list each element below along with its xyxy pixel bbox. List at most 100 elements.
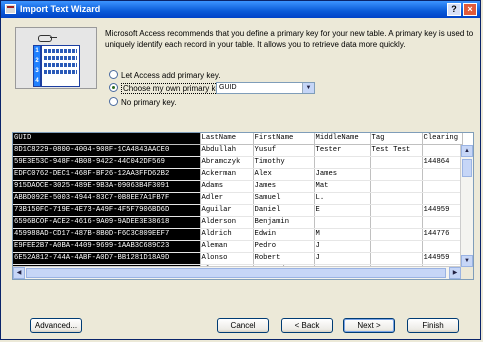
chevron-down-icon[interactable]: ▼ [302, 83, 314, 93]
table-cell[interactable]: J [314, 240, 371, 253]
table-cell[interactable]: 915DAOCE-3025-489E-9B3A-09063B4F3091 [13, 180, 201, 193]
table-cell[interactable] [370, 192, 423, 205]
table-cell[interactable]: Samuel [253, 192, 315, 205]
table-cell[interactable]: Alex [253, 168, 315, 181]
table-cell[interactable]: E9FEE2B7-A0BA-4409-9699-1AAB3C689C23 [13, 240, 201, 253]
option-let-access-add-key[interactable]: Let Access add primary key. [109, 69, 220, 82]
scroll-down-icon[interactable]: ▼ [461, 255, 473, 267]
table-cell[interactable]: 144864 [422, 156, 463, 169]
table-cell[interactable]: J [314, 252, 371, 265]
column-header-clearing[interactable]: Clearing [422, 133, 463, 145]
table-cell[interactable] [370, 156, 423, 169]
table-cell[interactable]: Robert [253, 252, 315, 265]
advanced-button[interactable]: Advanced... [30, 318, 82, 333]
close-button[interactable]: × [463, 3, 477, 16]
table-cell[interactable] [314, 156, 371, 169]
table-cell[interactable] [422, 216, 463, 229]
title-bar[interactable]: Import Text Wizard ? × [1, 1, 480, 18]
table-cell[interactable] [422, 144, 463, 157]
table-cell[interactable] [370, 252, 423, 265]
scroll-right-icon[interactable]: ▶ [449, 267, 461, 279]
table-cell[interactable]: James [253, 180, 315, 193]
table-cell[interactable]: L. [314, 192, 371, 205]
help-button[interactable]: ? [447, 3, 461, 16]
table-cell[interactable] [422, 168, 463, 181]
table-cell[interactable] [422, 240, 463, 253]
finish-button[interactable]: Finish [407, 318, 459, 333]
table-cell[interactable]: Daniel [253, 204, 315, 217]
table-cell[interactable]: 144959 [422, 252, 463, 265]
table-cell[interactable]: 73B150FC-719E-4E73-A49F-4F5F7906BD6D [13, 204, 201, 217]
table-cell[interactable]: Alonso [200, 252, 254, 265]
column-header-guid[interactable]: GUID [13, 133, 201, 145]
option-no-primary-key[interactable]: No primary key. [109, 96, 176, 109]
radio-button[interactable] [109, 97, 118, 107]
table-cell[interactable]: EDFC0762-DEC1-468F-BF26-12AA3FFD62B2 [13, 168, 201, 181]
table-cell[interactable]: Alderson [200, 216, 254, 229]
next-button[interactable]: Next > [343, 318, 395, 333]
table-cell[interactable]: Benjamin [253, 216, 315, 229]
table-cell[interactable]: Test Test [370, 144, 423, 157]
table-cell[interactable] [370, 240, 423, 253]
table-cell[interactable]: ABBD092E-5003-4944-83C7-0B8EE7A1FB7F [13, 192, 201, 205]
radio-button-selected[interactable] [109, 83, 118, 93]
table-cell[interactable] [314, 216, 371, 229]
table-cell[interactable] [422, 192, 463, 205]
table-cell[interactable]: 459988AD-CD17-487B-8B0D-F6C3C809EEF7 [13, 228, 201, 241]
table-cell[interactable]: M [314, 228, 371, 241]
table-cell[interactable]: Adams [200, 180, 254, 193]
primary-key-illustration: 1 2 3 4 [15, 27, 97, 89]
column-header-lastname[interactable]: LastName [200, 133, 254, 145]
table-cell[interactable]: 144776 [422, 228, 463, 241]
window-title: Import Text Wizard [20, 4, 101, 14]
table-cell[interactable]: Abdullah [200, 144, 254, 157]
option-label: Let Access add primary key. [121, 71, 221, 80]
table-cell[interactable] [370, 168, 423, 181]
table-cell[interactable]: Aleman [200, 240, 254, 253]
table-cell[interactable] [370, 180, 423, 193]
table-cell[interactable]: Yusuf [253, 144, 315, 157]
primary-key-field-select[interactable]: GUID ▼ [216, 82, 315, 94]
table-cell[interactable]: Tester [314, 144, 371, 157]
table-cell[interactable] [370, 204, 423, 217]
option-label: Choose my own primary key. [121, 83, 228, 94]
table-cell[interactable]: Aguilar [200, 204, 254, 217]
table-cell[interactable]: Pedro [253, 240, 315, 253]
table-cell[interactable]: Ackerman [200, 168, 254, 181]
table-cell[interactable]: Adler [200, 192, 254, 205]
vertical-scrollbar[interactable]: ▲ ▼ [460, 145, 473, 267]
data-preview-grid[interactable]: GUID LastName FirstName MiddleName Tag C… [12, 132, 474, 280]
column-header-middlename[interactable]: MiddleName [314, 133, 371, 145]
table-cell[interactable]: 6596BCOF-ACE2-4616-9A09-9ADEE3E38618 [13, 216, 201, 229]
table-row: E9FEE2B7-A0BA-4409-9699-1AAB3C689C23 Alem… [13, 240, 463, 253]
table-cell[interactable]: Timothy [253, 156, 315, 169]
table-cell[interactable]: 6E52A812-744A-4ABF-A0D7-BB1281D18A9D [13, 252, 201, 265]
radio-button[interactable] [109, 70, 118, 80]
scroll-thumb[interactable] [462, 159, 472, 177]
table-cell[interactable]: Abramczyk [200, 156, 254, 169]
option-label: No primary key. [121, 98, 177, 107]
table-row: 73B150FC-719E-4E73-A49F-4F5F7906BD6D Agui… [13, 204, 463, 217]
table-cell[interactable] [422, 180, 463, 193]
table-cell[interactable]: Aldrich [200, 228, 254, 241]
horizontal-scrollbar[interactable]: ◀ ▶ [13, 266, 461, 279]
scrollbar-corner [461, 267, 473, 279]
option-choose-own-key[interactable]: Choose my own primary key. [109, 82, 228, 95]
table-cell[interactable]: 59E3E53C-948F-4B08-9422-44C042DF569 [13, 156, 201, 169]
table-cell[interactable]: 144959 [422, 204, 463, 217]
table-cell[interactable]: Edwin [253, 228, 315, 241]
scroll-thumb[interactable] [26, 268, 446, 278]
column-header-firstname[interactable]: FirstName [253, 133, 315, 145]
scroll-left-icon[interactable]: ◀ [13, 267, 25, 279]
table-cell[interactable]: E [314, 204, 371, 217]
column-header-tag[interactable]: Tag [370, 133, 423, 145]
table-cell[interactable] [370, 228, 423, 241]
scroll-up-icon[interactable]: ▲ [461, 145, 473, 157]
wizard-description: Microsoft Access recommends that you def… [105, 29, 474, 49]
table-cell[interactable]: James [314, 168, 371, 181]
table-cell[interactable]: 8D1C8229-0800-4004-908F-1CA4843AACE0 [13, 144, 201, 157]
cancel-button[interactable]: Cancel [217, 318, 269, 333]
table-cell[interactable] [370, 216, 423, 229]
table-cell[interactable]: Mat [314, 180, 371, 193]
back-button[interactable]: < Back [281, 318, 333, 333]
